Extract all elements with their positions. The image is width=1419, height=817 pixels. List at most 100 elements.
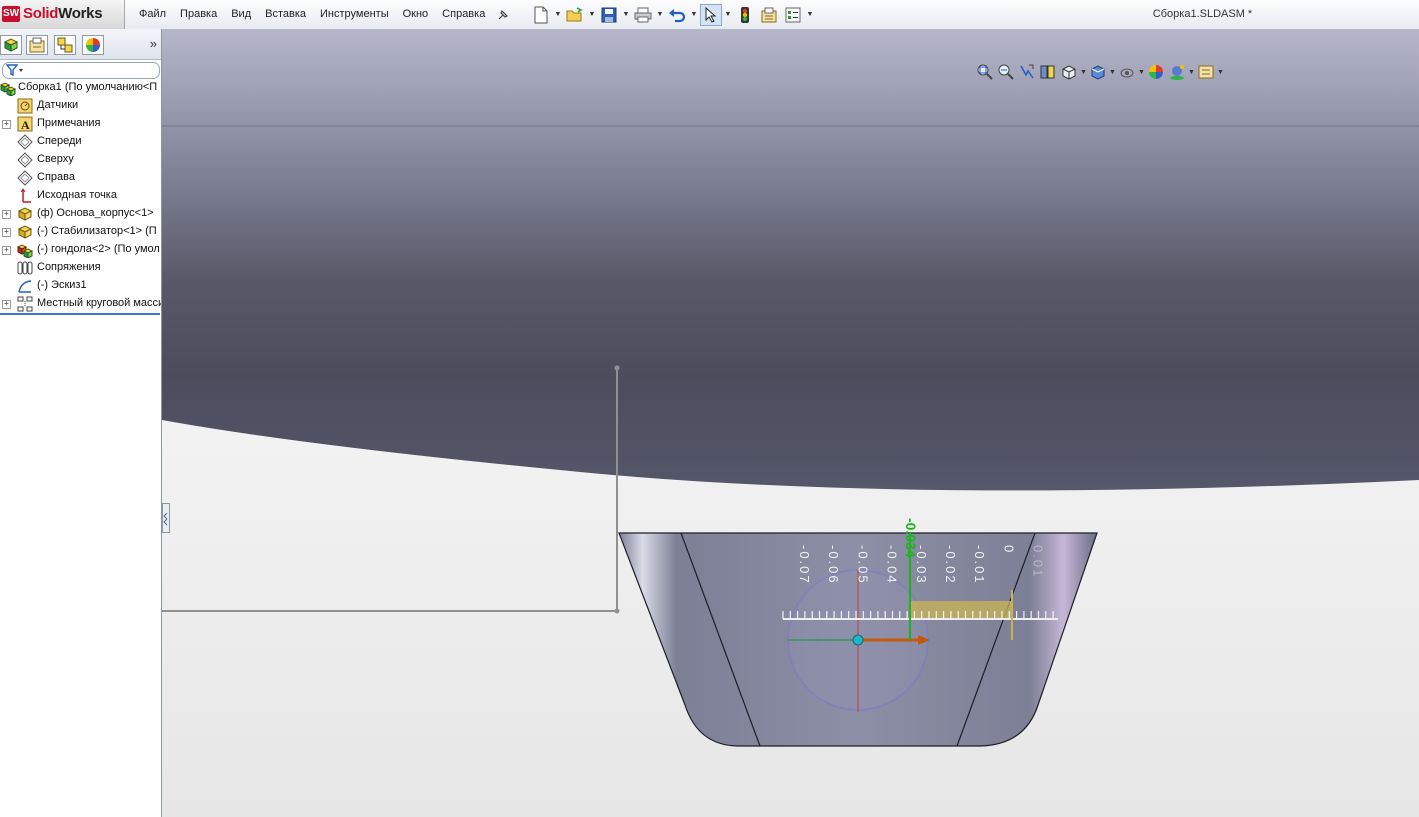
tree-item[interactable]: + (-) Стабилизатор<1> (П [0,223,161,241]
dropdown-arrow[interactable]: ▼ [1080,69,1087,76]
tree-item[interactable]: Спереди [0,133,161,151]
tree-item[interactable]: Сборка1 (По умолчанию<П [0,79,161,97]
expand-toggle-icon[interactable]: + [2,120,11,129]
filter-icon [6,64,23,76]
open-icon[interactable] [564,4,586,26]
configuration-manager-tab-icon[interactable] [54,35,76,55]
menu-edit[interactable]: Правка [173,0,224,29]
hide-show-icon[interactable] [1117,62,1137,82]
tree-item-label: Примечания [37,117,101,129]
save-dropdown-arrow[interactable]: ▼ [622,11,630,18]
rebuild-icon[interactable] [734,4,756,26]
model-viewport[interactable]: -0.07 -0.06 -0.05 -0.04 -0.03 -0.02 -0.01 0 0.01… [162,29,1419,817]
tree-item-label: (ф) Основа_корпус<1> [37,207,154,219]
options-dropdown-arrow[interactable]: ▼ [806,11,814,18]
tree-rollback-bar[interactable] [0,313,160,315]
ruler-tick-label: -0.04 [885,545,900,585]
ruler-selected-range [910,601,1012,619]
tree-item-label: Справа [37,171,75,183]
menu-tools[interactable]: Инструменты [313,0,396,29]
tree-filter-input[interactable] [2,62,160,79]
main-menu: Файл Правка Вид Вставка Инструменты Окно… [132,0,510,29]
menu-view[interactable]: Вид [224,0,258,29]
select-icon[interactable] [700,3,722,26]
annotations-icon: A [17,116,33,132]
appearance-tab-icon[interactable] [82,35,104,55]
tree-item[interactable]: Сверху [0,151,161,169]
property-manager-tab-icon[interactable] [26,35,48,55]
tree-item-label: Датчики [37,99,79,111]
ruler-tick-label: -0.05 [855,545,870,585]
previous-view-icon[interactable] [1017,62,1037,82]
undo-dropdown-arrow[interactable]: ▼ [690,11,698,18]
triad-center[interactable] [852,634,864,646]
feature-manager-panel: » Сборка1 (По умолчанию<П Датчики + A Примеч… [0,29,162,817]
graphics-area[interactable]: -0.07 -0.06 -0.05 -0.04 -0.03 -0.02 -0.01 0 0.01… [162,29,1419,817]
view-settings-icon[interactable] [1196,62,1216,82]
feature-tree-tab-icon[interactable] [0,35,22,55]
zoom-to-area-icon[interactable] [996,62,1016,82]
sensors-icon [17,98,33,114]
heads-up-view-toolbar: ▼ ▼ ▼ ▼ ▼ [975,62,1224,82]
expand-toggle-icon[interactable]: + [2,300,11,309]
svg-text:A: A [21,118,30,132]
tree-item-label: Спереди [37,135,82,147]
sketch-corner-point[interactable] [614,608,620,614]
ruler-tick-label: 0.01 [1031,545,1046,578]
ruler-current-value: -0.034 [903,518,919,558]
display-style-icon[interactable] [1088,62,1108,82]
options-icon[interactable] [782,4,804,26]
menu-window[interactable]: Окно [396,0,436,29]
zoom-to-fit-icon[interactable] [975,62,995,82]
undo-icon[interactable] [666,4,688,26]
save-icon[interactable] [598,4,620,26]
part-icon [17,224,33,240]
new-dropdown-arrow[interactable]: ▼ [554,11,562,18]
tree-item[interactable]: Датчики [0,97,161,115]
file-properties-icon[interactable] [758,4,780,26]
solidworks-logo[interactable]: SW SolidWorks [0,0,125,29]
expand-toggle-icon[interactable]: + [2,246,11,255]
expand-panel-button[interactable]: » [150,36,157,51]
tree-item-label: (-) гондола<2> (По умол [37,243,160,255]
section-view-icon[interactable] [1038,62,1058,82]
select-dropdown-arrow[interactable]: ▼ [724,11,732,18]
tree-item[interactable]: (-) Эскиз1 [0,277,161,295]
expand-toggle-icon[interactable]: + [2,228,11,237]
pin-menu-icon[interactable] [496,8,510,22]
panel-splitter-handle[interactable] [162,503,170,533]
hull-body[interactable] [162,29,1419,491]
ruler-tick-label: -0.02 [943,545,958,585]
expand-toggle-icon[interactable]: + [2,210,11,219]
ruler-tick-label: -0.06 [826,545,841,585]
ruler-tick-label: 0 [1001,545,1016,554]
apply-scene-icon[interactable] [1167,62,1187,82]
sketch-endpoint[interactable] [614,365,620,371]
menu-help[interactable]: Справка [435,0,492,29]
ruler-tick-label: -0.01 [972,545,987,585]
solidworks-wordmark: SolidWorks [23,5,103,22]
tree-item[interactable]: Исходная точка [0,187,161,205]
print-icon[interactable] [632,4,654,26]
standard-toolbar: ▼ ▼ ▼ ▼ ▼ ▼ ▼ [530,3,814,26]
tree-item[interactable]: + (ф) Основа_корпус<1> [0,205,161,223]
tree-item[interactable]: + Местный круговой масси [0,295,161,313]
open-dropdown-arrow[interactable]: ▼ [588,11,596,18]
menu-file[interactable]: Файл [132,0,173,29]
tree-item[interactable]: Справа [0,169,161,187]
edit-appearance-icon[interactable] [1146,62,1166,82]
dropdown-arrow[interactable]: ▼ [1109,69,1116,76]
print-dropdown-arrow[interactable]: ▼ [656,11,664,18]
tree-item[interactable]: Сопряжения [0,259,161,277]
dropdown-arrow[interactable]: ▼ [1188,69,1195,76]
new-icon[interactable] [530,4,552,26]
sketch-icon [17,278,33,294]
tree-item[interactable]: + (-) гондола<2> (По умол [0,241,161,259]
tree-item[interactable]: + A Примечания [0,115,161,133]
dropdown-arrow[interactable]: ▼ [1217,69,1224,76]
menu-insert[interactable]: Вставка [258,0,313,29]
tree-item-label: Исходная точка [37,189,117,201]
dropdown-arrow[interactable]: ▼ [1138,69,1145,76]
document-title: Сборка1.SLDASM * [1152,8,1253,20]
view-orientation-icon[interactable] [1059,62,1079,82]
